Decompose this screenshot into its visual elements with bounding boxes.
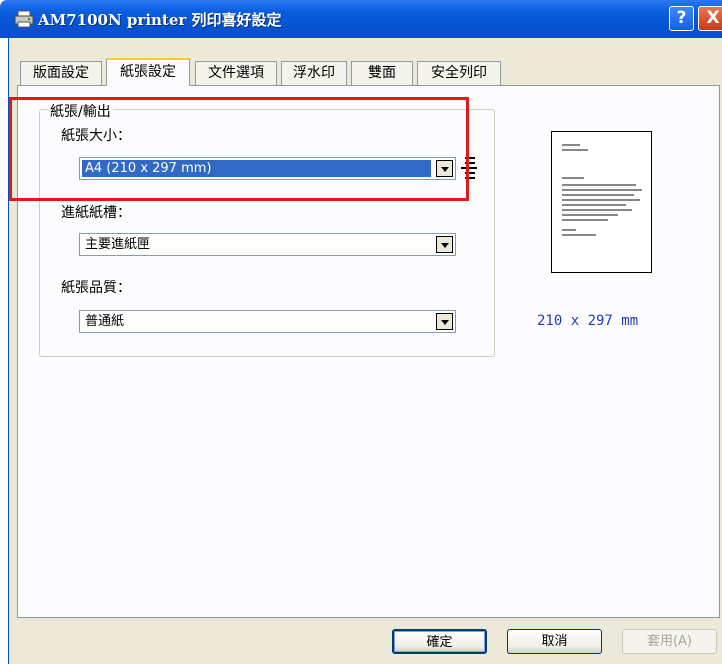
ok-button[interactable]: 確定 [392,629,487,654]
cancel-button[interactable]: 取消 [507,629,602,654]
page-preview [551,131,652,273]
tab-layout[interactable]: 版面設定 [20,61,102,85]
paper-quality-select[interactable]: 普通紙 [79,310,456,333]
tab-secure-print[interactable]: 安全列印 [417,61,501,85]
paper-source-label: 進紙紙槽： [61,205,131,221]
paper-quality-label: 紙張品質： [61,280,131,296]
chevron-down-icon[interactable] [436,313,453,330]
title-bar: AM7100N printer 列印喜好設定 ? X [0,0,722,38]
paper-dimensions-text: 210 x 297 mm [537,313,639,329]
annotation-highlight [9,97,469,201]
tab-watermark[interactable]: 浮水印 [281,61,347,85]
help-button[interactable]: ? [669,6,694,31]
close-button[interactable]: X [698,6,722,31]
paper-quality-value: 普通紙 [85,314,125,329]
paper-source-value: 主要進紙匣 [85,237,151,252]
printer-icon [14,10,34,28]
paper-source-select[interactable]: 主要進紙匣 [79,233,456,256]
window-title: AM7100N printer 列印喜好設定 [38,11,282,29]
apply-button[interactable]: 套用(A) [622,629,717,654]
chevron-down-icon[interactable] [436,236,453,253]
tab-paper[interactable]: 紙張設定 [106,58,190,86]
printer-preferences-window: AM7100N printer 列印喜好設定 ? X 版面設定 紙張設定 文件選… [0,0,722,664]
tab-document-options[interactable]: 文件選項 [195,61,277,85]
tab-duplex[interactable]: 雙面 [351,61,413,85]
